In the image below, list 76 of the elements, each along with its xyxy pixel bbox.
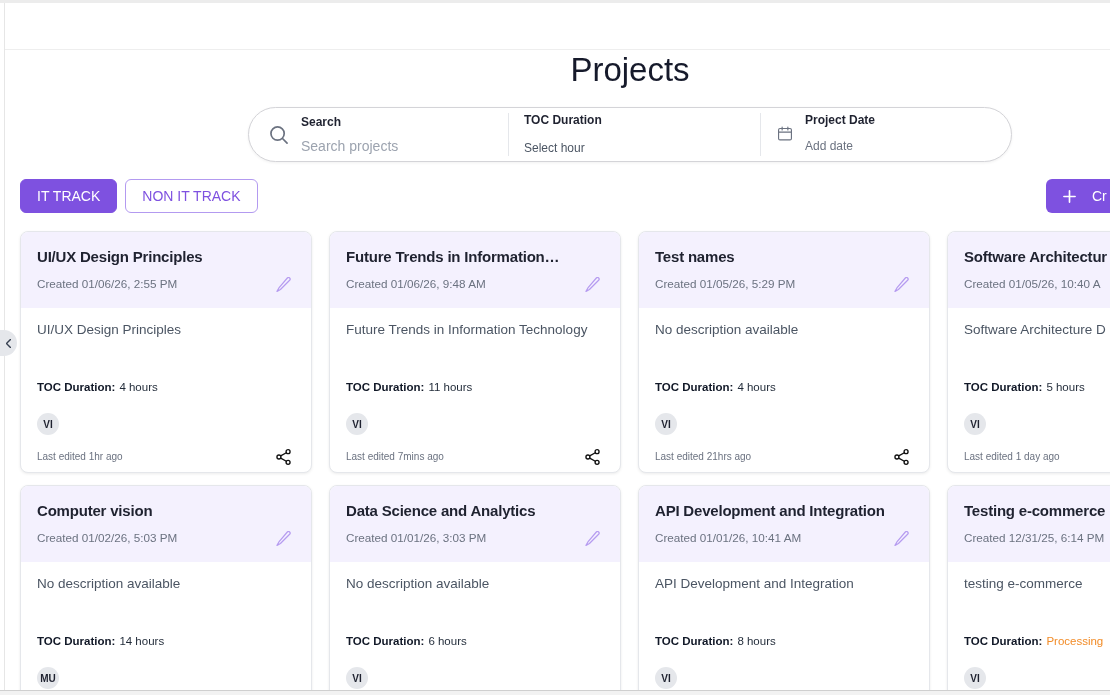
project-title: Computer vision <box>37 501 153 521</box>
pencil-icon[interactable] <box>276 530 291 546</box>
project-description: Software Architecture D <box>964 322 1106 337</box>
search-icon <box>270 126 288 144</box>
toc-duration-label: TOC Duration: <box>346 380 425 396</box>
project-title: Future Trends in Information… <box>346 247 560 267</box>
last-edited-text: Last edited 7mins ago <box>346 450 444 464</box>
project-description: UI/UX Design Principles <box>37 322 182 337</box>
toc-duration-value: 8 hours <box>737 634 776 650</box>
avatar: VI <box>964 667 986 689</box>
created-date: Created 01/02/26, 5:03 PM <box>37 530 178 546</box>
avatar: VI <box>346 667 368 689</box>
toc-duration-value: 4 hours <box>737 380 776 396</box>
search-field[interactable]: Search projects <box>301 136 491 156</box>
project-title: UI/UX Design Principles <box>37 247 203 267</box>
chevron-left-icon <box>6 338 11 348</box>
project-description: No description available <box>655 322 799 337</box>
project-title: Test names <box>655 247 735 267</box>
toc-duration-value: Processing <box>1046 634 1104 650</box>
hour-select-field[interactable]: Select hour <box>524 138 724 158</box>
project-title: Data Science and Analytics <box>346 501 536 521</box>
share-icon[interactable] <box>276 449 291 465</box>
avatar: VI <box>964 413 986 435</box>
created-date: Created 01/05/26, 5:29 PM <box>655 276 796 292</box>
last-edited-text: Last edited 21hrs ago <box>655 450 752 464</box>
created-date: Created 01/01/26, 3:03 PM <box>346 530 487 546</box>
avatar: VI <box>37 413 59 435</box>
created-date: Created 01/06/26, 2:55 PM <box>37 276 178 292</box>
track-tab[interactable]: IT TRACK <box>20 179 118 213</box>
last-edited-text: Last edited 1 day ago <box>964 450 1060 464</box>
toc-duration-label: TOC Duration: <box>964 380 1043 396</box>
project-description: testing e-commerce <box>964 576 1083 591</box>
avatar: MU <box>37 667 59 689</box>
toc-duration-label: TOC Duration: <box>37 634 116 650</box>
create-button[interactable]: Cr <box>1046 179 1110 213</box>
plus-icon <box>1063 189 1076 203</box>
toc-duration-label: TOC Duration: <box>655 634 734 650</box>
pencil-icon[interactable] <box>894 530 909 546</box>
calendar-icon <box>778 126 792 141</box>
project-description: Future Trends in Information Technology <box>346 322 588 337</box>
date-field[interactable]: Add date <box>805 136 985 156</box>
avatar: VI <box>655 667 677 689</box>
scroll-left-button[interactable] <box>0 330 17 356</box>
project-description: No description available <box>346 576 490 591</box>
toc-duration-value: 14 hours <box>119 634 165 650</box>
search-label: Search <box>301 114 342 130</box>
project-description: API Development and Integration <box>655 576 854 591</box>
pencil-icon[interactable] <box>276 276 291 292</box>
toc-duration-value: 11 hours <box>428 380 473 396</box>
avatar: VI <box>346 413 368 435</box>
track-tab[interactable]: NON IT TRACK <box>125 179 258 213</box>
avatar: VI <box>655 413 677 435</box>
created-date: Created 01/01/26, 10:41 AM <box>655 530 802 546</box>
pencil-icon[interactable] <box>585 530 600 546</box>
toc-duration-label: TOC Duration: <box>37 380 116 396</box>
created-date: Created 12/31/25, 6:14 PM <box>964 530 1105 546</box>
toc-duration-value: 4 hours <box>119 380 158 396</box>
project-title: API Development and Integration <box>655 501 885 521</box>
created-date: Created 01/06/26, 9:48 AM <box>346 276 486 292</box>
toc-duration-value: 6 hours <box>428 634 467 650</box>
toc-duration-label: TOC Duration: <box>655 380 734 396</box>
project-description: No description available <box>37 576 181 591</box>
toc-duration-label: TOC Duration <box>524 112 602 128</box>
share-icon[interactable] <box>585 449 600 465</box>
pencil-icon[interactable] <box>585 276 600 292</box>
share-icon[interactable] <box>894 449 909 465</box>
last-edited-text: Last edited 1hr ago <box>37 450 123 464</box>
project-title: Testing e-commerce <box>964 501 1106 521</box>
toc-duration-label: TOC Duration: <box>346 634 425 650</box>
project-title: Software Architectur <box>964 247 1107 267</box>
created-date: Created 01/05/26, 10:40 A <box>964 276 1101 292</box>
toc-duration-value: 5 hours <box>1046 380 1085 396</box>
toc-duration-label: TOC Duration: <box>964 634 1043 650</box>
page-title: Projects <box>570 50 690 90</box>
project-date-label: Project Date <box>805 112 876 128</box>
pencil-icon[interactable] <box>894 276 909 292</box>
